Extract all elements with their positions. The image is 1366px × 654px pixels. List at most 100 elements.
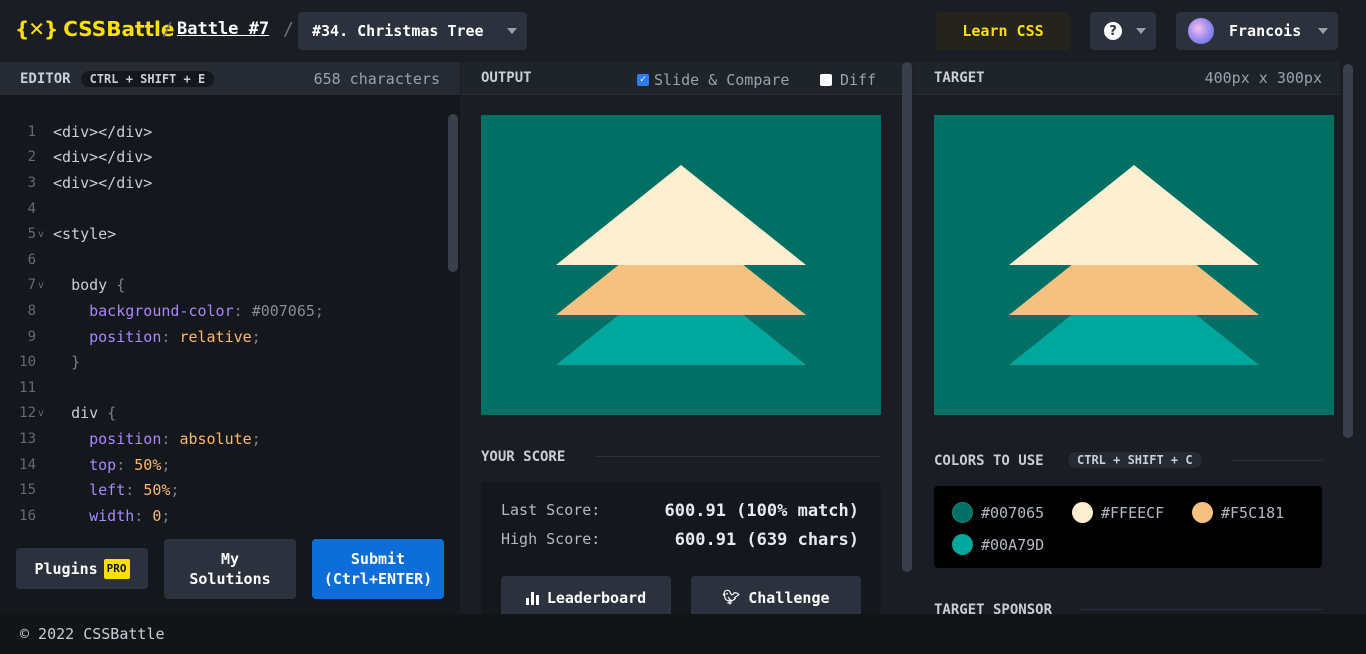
score-title: YOUR SCORE — [481, 449, 566, 465]
color-dot — [952, 534, 973, 555]
line-number: 9 — [27, 328, 36, 345]
tree-layer-top — [1009, 165, 1259, 265]
slide-compare-checkbox[interactable]: ✓ — [637, 74, 649, 86]
code-editor[interactable]: 1 <div></div> 2 <div></div> 3 <div></div> 4 5 v <… — [0, 119, 445, 527]
code-line[interactable]: 6 — [0, 247, 445, 273]
line-number: 12 — [19, 405, 36, 422]
code-line[interactable]: 15 left: 50%; — [0, 477, 445, 503]
plugins-label: Plugins — [34, 559, 98, 578]
code-text: body { — [71, 276, 126, 295]
color-swatch[interactable]: #F5C181 — [1192, 502, 1284, 523]
colors-palette: #007065 #FFEECF #F5C181 #00A79D — [934, 486, 1322, 568]
fold-toggle-icon[interactable]: v — [36, 280, 53, 291]
code-line[interactable]: 8 background-color: #007065; — [0, 298, 445, 324]
code-line[interactable]: 1 <div></div> — [0, 119, 445, 145]
line-number: 2 — [27, 149, 36, 166]
tree-layer-top — [556, 165, 806, 265]
line-number: 3 — [27, 174, 36, 191]
target-header: TARGET 400px x 300px — [914, 62, 1340, 95]
code-line[interactable]: 16 width: 0; — [0, 503, 445, 527]
solutions-label-line1: My — [220, 550, 240, 568]
battle-link[interactable]: Battle #7 — [177, 19, 269, 39]
breadcrumb-separator: / — [283, 19, 294, 40]
fold-toggle-icon[interactable]: v — [36, 229, 53, 240]
diff-toggle[interactable]: Diff — [820, 71, 876, 89]
footer: © 2022 CSSBattle — [0, 614, 1366, 654]
leaderboard-label: Leaderboard — [546, 589, 647, 607]
chevron-down-icon — [1136, 28, 1146, 34]
line-number: 16 — [19, 507, 36, 524]
chevron-down-icon — [1318, 28, 1328, 34]
line-number: 13 — [19, 430, 36, 447]
cssbattle-logo[interactable]: {✕} CSSBattle — [15, 17, 174, 41]
twitter-icon: 🐦︎ — [722, 590, 741, 606]
code-text: } — [71, 353, 81, 372]
line-number: 4 — [27, 200, 36, 217]
code-text: position: relative; — [89, 327, 261, 346]
editor-scrollbar[interactable] — [448, 114, 458, 272]
line-number: 11 — [19, 379, 36, 396]
line-number: 8 — [27, 302, 36, 319]
color-swatch[interactable]: #007065 — [952, 502, 1044, 523]
divider — [1080, 609, 1322, 610]
code-line[interactable]: 10 } — [0, 349, 445, 375]
line-number: 1 — [27, 123, 36, 140]
line-number: 10 — [19, 354, 36, 371]
code-line[interactable]: 11 — [0, 375, 445, 401]
color-hex: #00A79D — [981, 535, 1045, 554]
learn-css-button[interactable]: Learn CSS — [936, 12, 1070, 50]
color-hex: #FFEECF — [1101, 503, 1165, 522]
my-solutions-button[interactable]: My Solutions — [164, 539, 296, 599]
code-line[interactable]: 5 v <style> — [0, 221, 445, 247]
line-number: 15 — [19, 482, 36, 499]
bar-chart-icon — [525, 591, 539, 605]
output-header: OUTPUT ✓ Slide & Compare Diff — [461, 62, 913, 95]
code-line[interactable]: 13 position: absolute; — [0, 426, 445, 452]
high-score-value: 600.91 (639 chars) — [674, 530, 859, 550]
output-scrollbar[interactable] — [902, 62, 912, 572]
page-scrollbar[interactable] — [1343, 64, 1353, 438]
challenge-select[interactable]: #34. Christmas Tree — [298, 12, 527, 50]
divider — [1232, 460, 1322, 461]
submit-button[interactable]: Submit (Ctrl+ENTER) — [312, 539, 444, 599]
help-menu-button[interactable]: ? — [1090, 12, 1156, 50]
editor-header: EDITOR CTRL + SHIFT + E 658 characters — [0, 62, 460, 95]
color-swatch[interactable]: #FFEECF — [1072, 502, 1164, 523]
help-icon: ? — [1104, 22, 1122, 40]
code-line[interactable]: 7v body { — [0, 273, 445, 299]
code-text: left: 50%; — [89, 481, 180, 500]
challenge-label: Challenge — [748, 589, 830, 607]
code-text: <style> — [53, 225, 117, 244]
code-line[interactable]: 4 — [0, 196, 445, 222]
logo-text: CSSBattle — [63, 17, 175, 41]
chevron-down-icon — [507, 28, 517, 34]
output-title: OUTPUT — [481, 70, 532, 86]
output-canvas[interactable] — [481, 115, 881, 415]
code-line[interactable]: 3 <div></div> — [0, 170, 445, 196]
code-line[interactable]: 9 position: relative; — [0, 324, 445, 350]
code-text: <div></div> — [53, 122, 153, 141]
color-dot — [1072, 502, 1093, 523]
solutions-label-line2: Solutions — [189, 570, 271, 588]
diff-label: Diff — [840, 71, 877, 89]
slide-compare-toggle[interactable]: ✓ Slide & Compare — [637, 71, 789, 89]
color-swatch[interactable]: #00A79D — [952, 534, 1044, 555]
line-number: 6 — [27, 251, 36, 268]
user-name: Francois — [1229, 22, 1302, 40]
code-line[interactable]: 2 <div></div> — [0, 145, 445, 171]
user-menu-button[interactable]: Francois — [1176, 12, 1338, 50]
line-number: 7 — [27, 277, 36, 294]
line-number: 14 — [19, 456, 36, 473]
line-number: 5 — [27, 226, 36, 243]
slide-compare-label: Slide & Compare — [654, 71, 790, 89]
plugins-button[interactable]: Plugins PRO — [16, 548, 148, 589]
fold-toggle-icon[interactable]: v — [36, 408, 53, 419]
colors-title: COLORS TO USE — [934, 453, 1044, 469]
last-score-label: Last Score: — [501, 501, 601, 519]
editor-panel: EDITOR CTRL + SHIFT + E 658 characters 1… — [0, 62, 460, 614]
submit-label-line2: (Ctrl+ENTER) — [323, 570, 433, 588]
diff-checkbox[interactable] — [820, 74, 832, 86]
code-line[interactable]: 14 top: 50%; — [0, 452, 445, 478]
code-line[interactable]: 12 v div { — [0, 401, 445, 427]
editor-shortcut-badge: CTRL + SHIFT + E — [80, 70, 215, 87]
